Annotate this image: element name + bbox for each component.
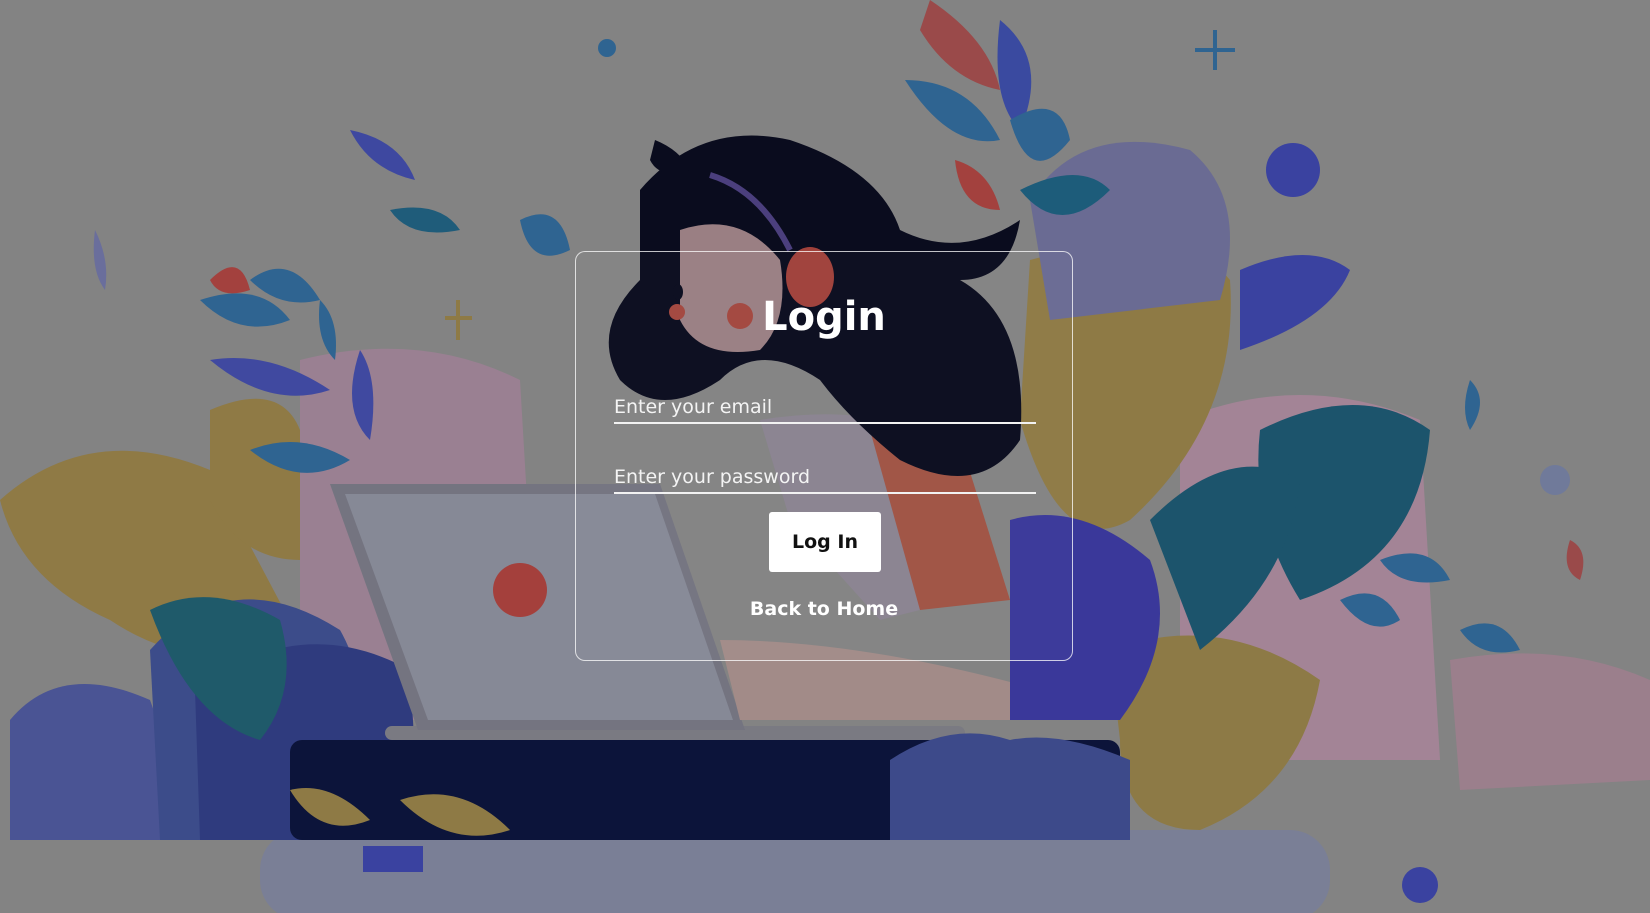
- password-field[interactable]: [614, 454, 1036, 496]
- back-to-home-link[interactable]: Back to Home: [576, 598, 1072, 620]
- email-field[interactable]: [614, 384, 1036, 426]
- email-field-wrapper: [614, 384, 1036, 426]
- login-card: Login Log In Back to Home: [575, 251, 1073, 661]
- login-title: Login: [762, 294, 886, 340]
- password-field-wrapper: [614, 454, 1036, 496]
- login-button[interactable]: Log In: [769, 512, 881, 572]
